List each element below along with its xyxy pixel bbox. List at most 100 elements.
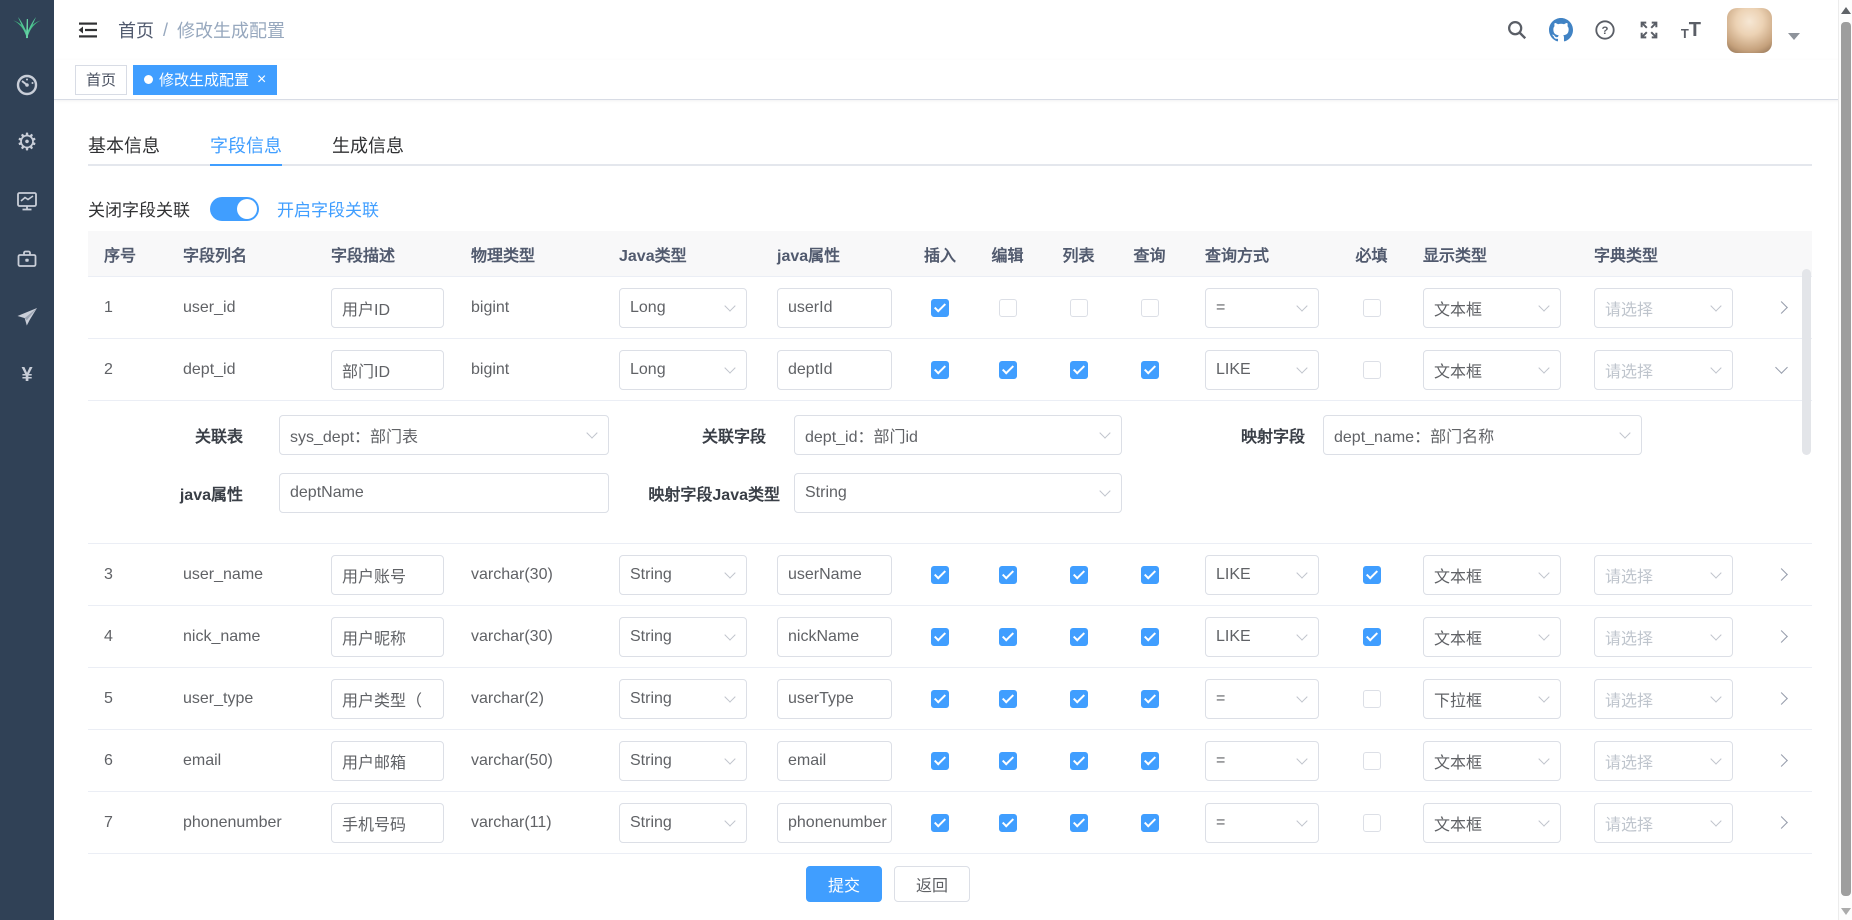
field-relation-toggle[interactable]	[210, 197, 259, 221]
tab-generate-info[interactable]: 生成信息	[332, 126, 404, 166]
submit-button[interactable]: 提交	[806, 866, 882, 902]
display-type-select[interactable]: 文本框	[1423, 617, 1561, 657]
sidebar-toggle-button[interactable]	[76, 18, 100, 42]
list-checkbox[interactable]	[1070, 566, 1088, 584]
tag-home[interactable]: 首页	[75, 65, 127, 95]
display-type-select[interactable]: 文本框	[1423, 803, 1561, 843]
query-checkbox[interactable]	[1141, 690, 1159, 708]
expand-row-icon[interactable]	[1775, 568, 1788, 581]
sidebar-item-tool[interactable]	[0, 230, 54, 288]
java-prop-input[interactable]: userName	[777, 555, 892, 595]
expand-row-icon[interactable]	[1775, 301, 1788, 314]
insert-checkbox[interactable]	[931, 690, 949, 708]
dict-type-select[interactable]: 请选择	[1594, 555, 1733, 595]
field-desc-input[interactable]: 用户类型（	[331, 679, 444, 719]
java-type-select[interactable]: String	[619, 803, 747, 843]
page-scrollbar[interactable]	[1838, 0, 1852, 920]
edit-checkbox[interactable]	[999, 814, 1017, 832]
field-desc-input[interactable]: 手机号码	[331, 803, 444, 843]
sidebar-item-system[interactable]: ⚙	[0, 114, 54, 172]
query-type-select[interactable]: LIKE	[1205, 617, 1319, 657]
dict-type-select[interactable]: 请选择	[1594, 617, 1733, 657]
field-desc-input[interactable]: 用户账号	[331, 555, 444, 595]
edit-checkbox[interactable]	[999, 299, 1017, 317]
required-checkbox[interactable]	[1363, 628, 1381, 646]
display-type-select[interactable]: 文本框	[1423, 555, 1561, 595]
search-icon[interactable]	[1505, 18, 1529, 42]
insert-checkbox[interactable]	[931, 752, 949, 770]
expand-row-icon[interactable]	[1775, 630, 1788, 643]
dict-type-select[interactable]: 请选择	[1594, 350, 1733, 390]
insert-checkbox[interactable]	[931, 566, 949, 584]
expand-row-icon[interactable]	[1775, 692, 1788, 705]
tag-close-icon[interactable]: ×	[257, 72, 266, 88]
avatar[interactable]	[1727, 8, 1772, 53]
scrollbar-down-arrow[interactable]	[1841, 908, 1851, 915]
scrollbar-up-arrow[interactable]	[1841, 7, 1851, 14]
dict-type-select[interactable]: 请选择	[1594, 288, 1733, 328]
tab-basic-info[interactable]: 基本信息	[88, 126, 160, 166]
java-prop-input[interactable]: userType	[777, 679, 892, 719]
list-checkbox[interactable]	[1070, 690, 1088, 708]
query-checkbox[interactable]	[1141, 628, 1159, 646]
sidebar-item-pay[interactable]: ¥	[0, 346, 54, 404]
sidebar-item-dashboard[interactable]	[0, 56, 54, 114]
expand-row-icon[interactable]	[1775, 754, 1788, 767]
java-type-select[interactable]: Long	[619, 350, 747, 390]
query-checkbox[interactable]	[1141, 814, 1159, 832]
query-checkbox[interactable]	[1141, 299, 1159, 317]
required-checkbox[interactable]	[1363, 752, 1381, 770]
java-type-select[interactable]: String	[619, 617, 747, 657]
java-type-select[interactable]: String	[619, 555, 747, 595]
list-checkbox[interactable]	[1070, 299, 1088, 317]
tab-field-info[interactable]: 字段信息	[210, 126, 282, 166]
display-type-select[interactable]: 下拉框	[1423, 679, 1561, 719]
table-scrollbar-thumb[interactable]	[1802, 269, 1811, 455]
insert-checkbox[interactable]	[931, 299, 949, 317]
app-logo[interactable]	[0, 0, 54, 56]
query-checkbox[interactable]	[1141, 752, 1159, 770]
display-type-select[interactable]: 文本框	[1423, 350, 1561, 390]
insert-checkbox[interactable]	[931, 361, 949, 379]
sidebar-item-monitor[interactable]	[0, 172, 54, 230]
rel-table-select[interactable]: sys_dept：部门表	[279, 415, 609, 455]
field-desc-input[interactable]: 用户ID	[331, 288, 444, 328]
fullscreen-icon[interactable]	[1637, 18, 1661, 42]
field-desc-input[interactable]: 用户邮箱	[331, 741, 444, 781]
github-icon[interactable]	[1549, 18, 1573, 42]
expand-row-icon[interactable]	[1775, 816, 1788, 829]
map-java-type-select[interactable]: String	[794, 473, 1122, 513]
scrollbar-thumb[interactable]	[1841, 22, 1851, 896]
field-desc-input[interactable]: 用户昵称	[331, 617, 444, 657]
sub-java-prop-input[interactable]: deptName	[279, 473, 609, 513]
edit-checkbox[interactable]	[999, 690, 1017, 708]
java-prop-input[interactable]: phonenumber	[777, 803, 892, 843]
java-prop-input[interactable]: userId	[777, 288, 892, 328]
required-checkbox[interactable]	[1363, 566, 1381, 584]
user-menu[interactable]	[1727, 8, 1800, 53]
field-desc-input[interactable]: 部门ID	[331, 350, 444, 390]
query-type-select[interactable]: =	[1205, 679, 1319, 719]
dict-type-select[interactable]: 请选择	[1594, 803, 1733, 843]
query-type-select[interactable]: =	[1205, 803, 1319, 843]
insert-checkbox[interactable]	[931, 814, 949, 832]
back-button[interactable]: 返回	[894, 866, 970, 902]
list-checkbox[interactable]	[1070, 814, 1088, 832]
tag-current-page[interactable]: 修改生成配置 ×	[133, 65, 277, 95]
list-checkbox[interactable]	[1070, 361, 1088, 379]
display-type-select[interactable]: 文本框	[1423, 288, 1561, 328]
sidebar-item-guide[interactable]	[0, 288, 54, 346]
java-type-select[interactable]: String	[619, 741, 747, 781]
java-prop-input[interactable]: email	[777, 741, 892, 781]
java-type-select[interactable]: String	[619, 679, 747, 719]
font-size-icon[interactable]: TT	[1681, 20, 1701, 40]
java-type-select[interactable]: Long	[619, 288, 747, 328]
edit-checkbox[interactable]	[999, 752, 1017, 770]
edit-checkbox[interactable]	[999, 628, 1017, 646]
query-checkbox[interactable]	[1141, 361, 1159, 379]
list-checkbox[interactable]	[1070, 628, 1088, 646]
dict-type-select[interactable]: 请选择	[1594, 679, 1733, 719]
query-type-select[interactable]: =	[1205, 288, 1319, 328]
rel-field-select[interactable]: dept_id：部门id	[794, 415, 1122, 455]
query-type-select[interactable]: LIKE	[1205, 350, 1319, 390]
